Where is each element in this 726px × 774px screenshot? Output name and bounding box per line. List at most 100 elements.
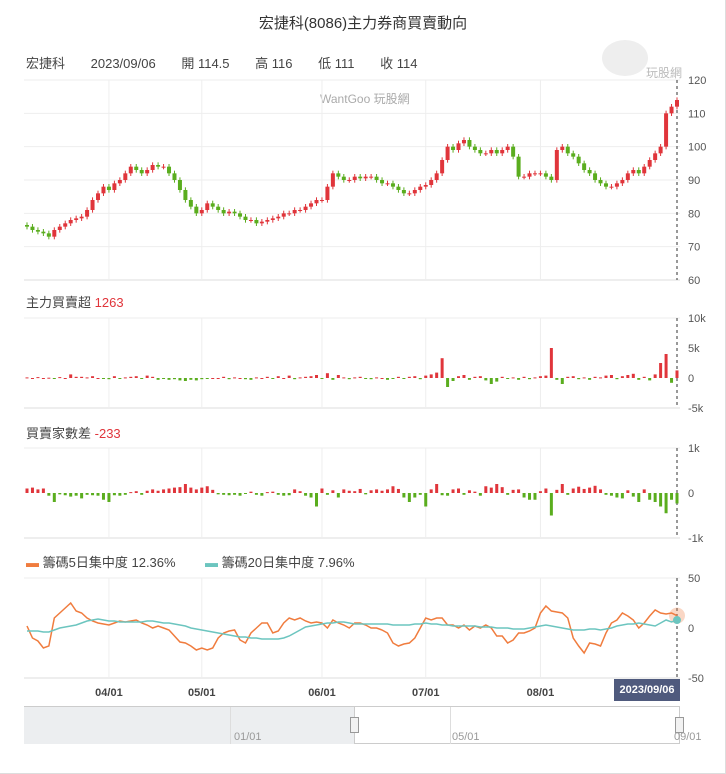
candle (183, 190, 188, 200)
main-force-bar (156, 378, 160, 380)
candle (265, 220, 270, 222)
broker-diff-bar (336, 493, 340, 498)
candle (516, 156, 521, 177)
broker-diff-bar (495, 484, 499, 493)
candle (603, 183, 608, 187)
main-force-bar (85, 377, 89, 379)
broker-diff-bar (484, 486, 488, 493)
main-force-bar (233, 377, 237, 379)
candle (112, 183, 117, 190)
main-force-bar (260, 378, 264, 379)
broker-diff-bar (200, 487, 204, 493)
broker-diff-bar (52, 493, 56, 502)
main-force-bar (631, 373, 635, 378)
candle (593, 173, 598, 180)
candle (374, 176, 379, 180)
main-force-bar (664, 354, 668, 378)
navigator-handle-left[interactable] (350, 717, 359, 733)
candle (598, 180, 603, 184)
navigator-selection[interactable] (354, 707, 680, 744)
broker-diff-bar (599, 489, 603, 493)
main-force-bar (30, 378, 34, 379)
main-force-bar (96, 378, 100, 379)
candle (532, 173, 537, 175)
candle (188, 200, 193, 207)
broker-diff-bar (555, 489, 559, 493)
candle (614, 183, 619, 187)
candle (227, 211, 232, 214)
y-tick-label: 120 (688, 75, 706, 87)
candle (653, 153, 658, 160)
candle (538, 173, 543, 175)
y-tick-label: -50 (688, 673, 704, 685)
broker-diff-bar (631, 493, 635, 497)
candle (456, 143, 461, 150)
candle (407, 193, 412, 195)
main-force-bar (145, 375, 149, 378)
y-tick-label: 60 (688, 275, 700, 287)
main-force-bar (402, 378, 406, 379)
broker-diff-bar (440, 493, 444, 496)
chart-canvas: 120 110 100 90 80 70 60 10k 5k 0 -5k 1k 0 -1k 50 0 -50 04… (24, 75, 706, 699)
candle (472, 146, 477, 150)
main-force-bar (435, 372, 439, 378)
broker-diff-bar (522, 493, 526, 498)
broker-diff-bar (670, 493, 674, 500)
candle (270, 218, 275, 220)
broker-diff-bar (342, 489, 346, 493)
main-force-bar (194, 378, 198, 381)
main-force-bar (375, 377, 379, 379)
main-force-bar (588, 378, 592, 380)
candle (390, 183, 395, 187)
candle (565, 146, 570, 154)
y-tick-label: 0 (688, 373, 694, 385)
main-force-bar (484, 378, 488, 381)
broker-diff-bar (41, 488, 45, 493)
broker-diff-bar (544, 488, 548, 493)
candle (358, 176, 363, 179)
main-force-bar (47, 377, 51, 379)
candle (647, 160, 652, 167)
broker-diff-bar (118, 493, 122, 496)
broker-diff-bar (271, 491, 275, 493)
candle (101, 186, 106, 194)
broker-diff-bar (129, 492, 133, 494)
candle (363, 176, 368, 179)
broker-diff-bar (151, 489, 155, 493)
main-force-bar (675, 370, 679, 378)
main-force-bar (69, 374, 73, 378)
main-force-bar (298, 377, 302, 379)
candle (41, 231, 46, 234)
main-force-bar (331, 378, 335, 380)
main-force-bar (467, 378, 471, 380)
candle (336, 173, 341, 177)
candle (500, 150, 505, 154)
candle (451, 146, 456, 150)
main-force-bar (304, 376, 308, 378)
candle (281, 213, 286, 217)
candle (587, 170, 592, 174)
navigator-handle-right[interactable] (675, 717, 684, 733)
broker-diff-bar (457, 488, 461, 493)
main-force-bar (183, 378, 187, 381)
candle (445, 146, 450, 160)
candle (401, 190, 406, 194)
broker-diff-bar (375, 489, 379, 493)
main-force-bar (615, 378, 619, 380)
broker-diff-bar (517, 489, 521, 493)
main-force-bar (189, 378, 193, 380)
candle (177, 180, 182, 190)
main-force-bar (293, 378, 297, 380)
broker-diff-bar (369, 490, 373, 493)
main-force-bar (413, 376, 417, 378)
main-force-bar (495, 378, 499, 382)
candle (505, 146, 510, 150)
candle (625, 173, 630, 180)
broker-diff-bar (386, 489, 390, 493)
navigator[interactable]: 01/01 05/01 09/01 (24, 706, 702, 744)
candle (139, 170, 144, 174)
y-tick-label: 1k (688, 443, 700, 455)
main-force-bar (473, 376, 477, 378)
candle (79, 216, 84, 219)
candle (434, 173, 439, 180)
